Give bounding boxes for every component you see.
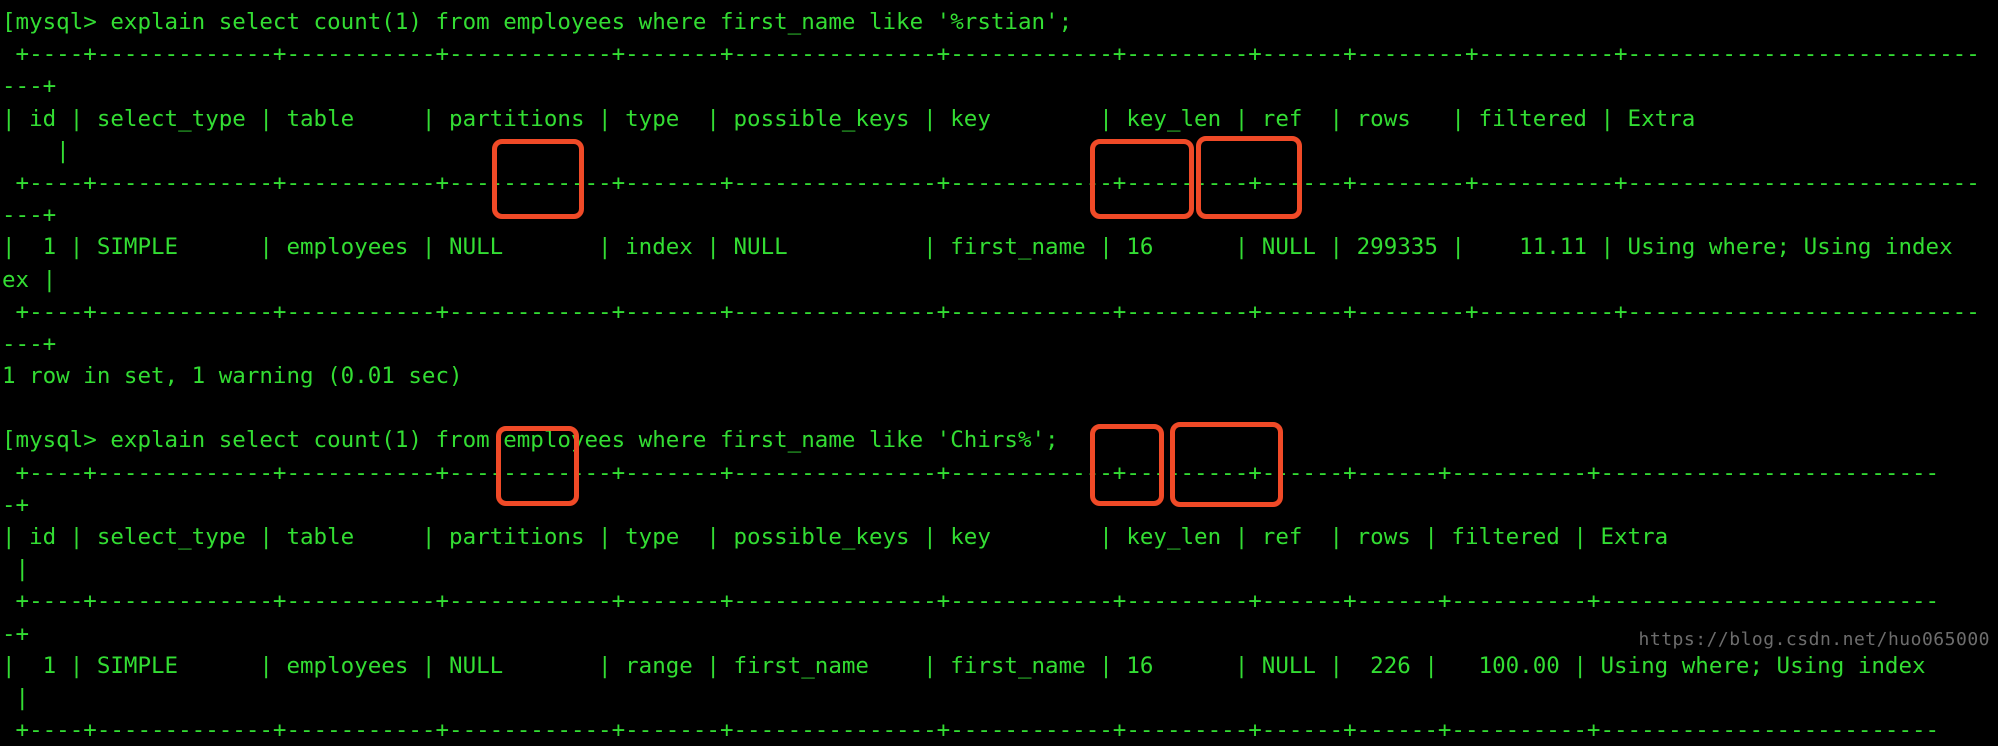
terminal-line: 1 row in set, 1 warning (0.01 sec) <box>2 363 463 390</box>
terminal-line: +----+-------------+-----------+--------… <box>2 41 1980 68</box>
terminal-line: | id | select_type | table | partitions … <box>2 105 1967 132</box>
terminal-line: ---+ <box>2 330 57 357</box>
watermark: https://blog.csdn.net/huo065000 <box>1638 629 1990 650</box>
terminal-line: [mysql> explain select count(1) from emp… <box>2 427 1059 454</box>
terminal-line: +----+-------------+-----------+--------… <box>2 717 1940 744</box>
terminal-line: | 1 | SIMPLE | employees | NULL | range … <box>2 652 1926 679</box>
terminal-line: | <box>2 556 30 583</box>
terminal-line: [mysql> explain select count(1) from emp… <box>2 9 1073 35</box>
terminal-line: | 1 | SIMPLE | employees | NULL | index … <box>2 234 1953 261</box>
terminal-line: | id | select_type | table | partitions … <box>2 524 1926 550</box>
terminal-line: +----+-------------+-----------+--------… <box>2 459 1940 486</box>
terminal-line: +----+-------------+-----------+--------… <box>2 298 1980 325</box>
terminal-line: +----+-------------+-----------+--------… <box>2 169 1980 196</box>
terminal-line: ---+ <box>2 73 57 100</box>
terminal-line: ---+ <box>2 202 57 229</box>
terminal-line: ex | <box>2 266 57 293</box>
terminal-line: | <box>2 684 30 711</box>
terminal-line: -+ <box>2 491 30 518</box>
terminal-line: | <box>2 137 70 164</box>
terminal-line: +----+-------------+-----------+--------… <box>2 588 1940 615</box>
terminal-window: [mysql> explain select count(1) from emp… <box>0 0 1998 743</box>
